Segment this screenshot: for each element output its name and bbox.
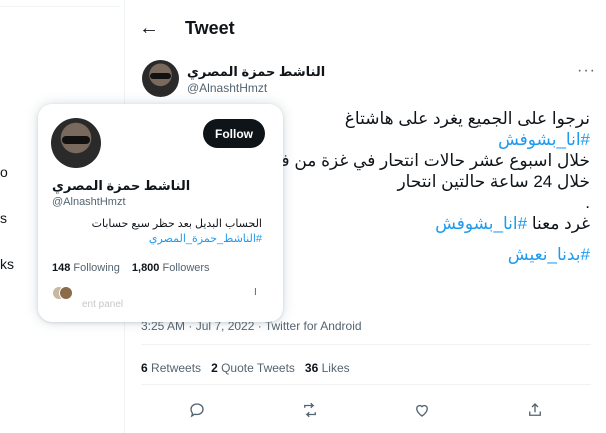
author-avatar[interactable] <box>142 60 179 97</box>
page-header: ← Tweet <box>125 8 606 48</box>
tweet-hashtag[interactable]: #بدنا_نعيش <box>270 244 590 265</box>
retweets-stat[interactable]: 6 Retweets <box>141 361 201 375</box>
back-arrow-icon[interactable]: ← <box>129 17 169 40</box>
left-fragment-1: o <box>0 164 8 180</box>
card-mark: I <box>254 287 257 298</box>
profile-hover-card: Follow الناشط حمزة المصري @AlnashtHmzt ا… <box>38 104 283 322</box>
following-count[interactable]: 148 Following <box>52 262 120 274</box>
card-name[interactable]: الناشط حمزة المصري <box>52 178 190 194</box>
followed-by-avatars <box>52 286 73 304</box>
tweet-hashtag[interactable]: #انا_بشوفش <box>435 214 527 233</box>
divider <box>141 384 591 385</box>
left-fragment-3: ks <box>0 256 14 272</box>
card-counts: 148 Following 1,800 Followers <box>52 262 210 274</box>
author-handle[interactable]: @AlnashtHmzt <box>187 81 267 95</box>
retweet-icon[interactable] <box>296 398 324 422</box>
tweet-line: خلال اسبوع عشر حالات انتحار في غزة من فـ <box>276 151 590 170</box>
quote-tweets-stat[interactable]: 2 Quote Tweets <box>211 361 295 375</box>
follow-button[interactable]: Follow <box>203 119 265 148</box>
tweet-line-text: غرد معنا <box>527 214 590 233</box>
like-icon[interactable] <box>408 398 436 422</box>
likes-stat[interactable]: 36 Likes <box>305 361 350 375</box>
tweet-stats: 6 Retweets 2 Quote Tweets 36 Likes <box>141 361 350 375</box>
divider <box>141 344 591 345</box>
followers-count[interactable]: 1,800 Followers <box>132 262 210 274</box>
card-faded-text: ent panel <box>82 299 124 310</box>
left-fragment-2: s <box>0 210 7 226</box>
card-bio-text: الحساب البديل بعد حظر سبع حسابات <box>91 218 262 230</box>
tweet-line: خلال 24 ساعة حالتين انتحار <box>397 172 590 191</box>
tweet-actions <box>141 398 591 422</box>
card-avatar[interactable] <box>51 118 101 168</box>
card-bio-hashtag[interactable]: #الناشط_حمزة_المصري <box>52 232 262 247</box>
page-title: Tweet <box>185 17 235 38</box>
share-icon[interactable] <box>521 398 549 422</box>
tweet-line: نرجوا على الجميع يغرد على هاشتاغ <box>344 109 590 128</box>
card-handle[interactable]: @AlnashtHmzt <box>52 196 126 208</box>
reply-icon[interactable] <box>183 398 211 422</box>
card-bio: الحساب البديل بعد حظر سبع حسابات #الناشط… <box>52 217 262 247</box>
tweet-line: . <box>585 193 590 212</box>
tweet-line: غرد معنا #انا_بشوفش <box>270 213 590 234</box>
follower-avatar <box>59 286 73 300</box>
author-name[interactable]: الناشط حمزة المصري <box>187 64 325 80</box>
more-options-icon[interactable]: ··· <box>577 62 596 80</box>
tweet-hashtag[interactable]: #انا_بشوفش <box>270 129 590 150</box>
tweet-text: نرجوا على الجميع يغرد على هاشتاغ #انا_بش… <box>270 108 590 265</box>
left-column-divider <box>0 6 120 7</box>
